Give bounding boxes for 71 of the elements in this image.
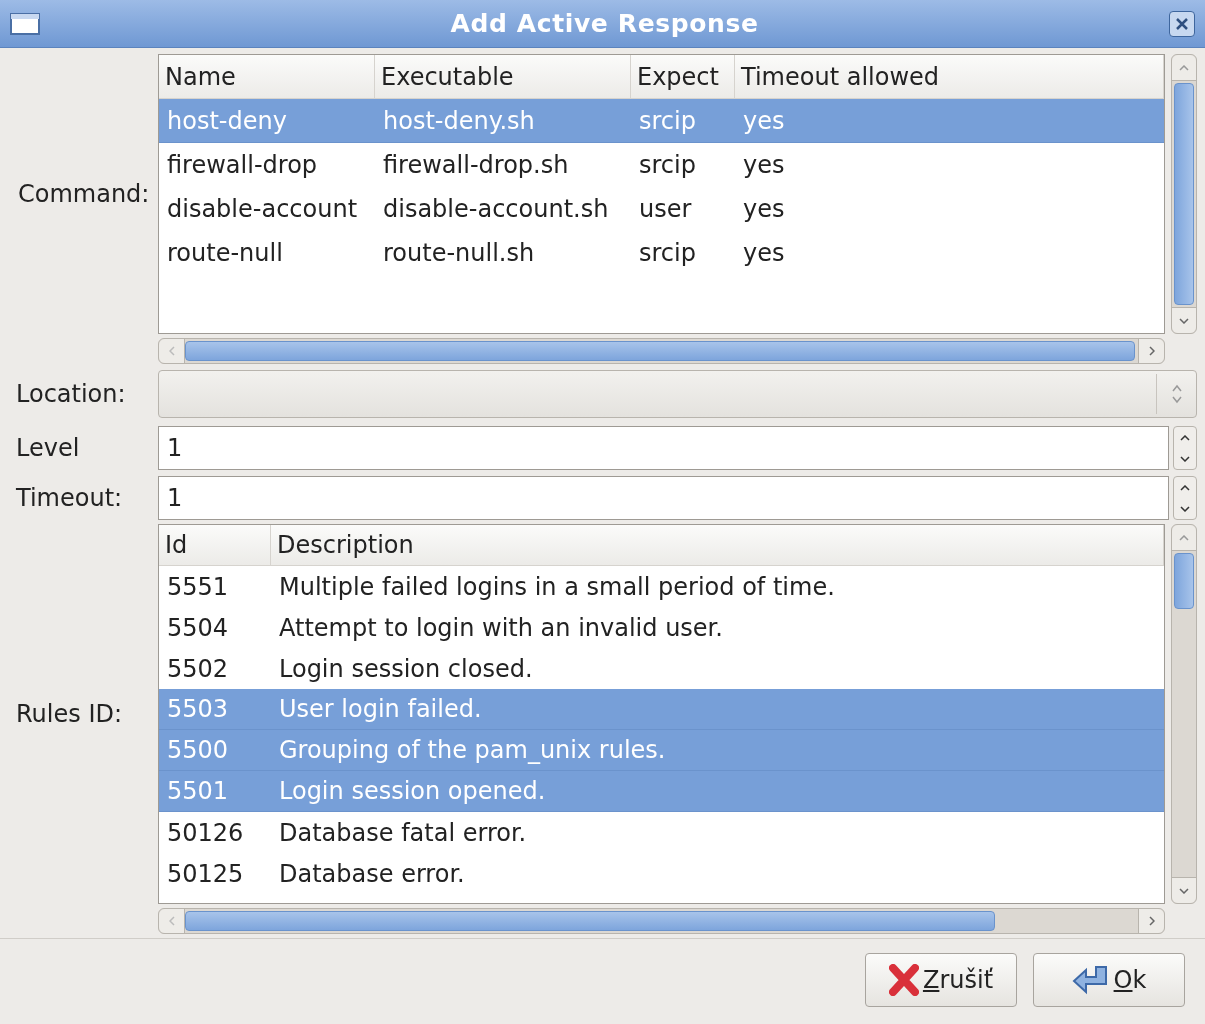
table-cell-text: yes xyxy=(743,150,785,181)
horizontal-scrollbar[interactable] xyxy=(158,908,1165,934)
table-cell-text: User login failed. xyxy=(279,694,482,725)
table-cell-text: host-deny.sh xyxy=(383,105,535,137)
scrollbar-thumb[interactable] xyxy=(1174,553,1194,609)
column-header[interactable]: Expect xyxy=(631,55,735,98)
list-row[interactable]: 5551 Multiple failed logins in a small period of time. xyxy=(159,566,1164,607)
table-cell-text: 50126 xyxy=(167,817,244,849)
table-cell-text: Grouping of the pam_unix rules. xyxy=(279,735,666,766)
window-title: Add Active Response xyxy=(449,7,760,40)
scrollbar-thumb[interactable] xyxy=(1174,83,1194,305)
list-row[interactable]: firewall-drop firewall-drop.sh srcip yes xyxy=(159,143,1164,187)
table-cell-text: 5500 xyxy=(167,735,229,766)
list-row[interactable]: disable-account disable-account.sh user yes xyxy=(159,187,1164,231)
close-icon xyxy=(1175,16,1189,31)
table-cell-text: firewall-drop.sh xyxy=(383,150,569,181)
table-cell-text: 5503 xyxy=(167,694,229,725)
list-row[interactable]: 5504 Attempt to login with an invalid user. xyxy=(159,607,1164,648)
table-cell-text: Attempt to login with an invalid user. xyxy=(279,612,723,644)
table-cell-text: host-deny xyxy=(167,105,287,137)
scrollbar-thumb[interactable] xyxy=(185,911,995,931)
list-row[interactable]: 50125 Database error. xyxy=(159,853,1164,894)
cancel-button[interactable]: Zrušiť xyxy=(865,953,1017,1007)
table-cell-text: Login session opened. xyxy=(279,776,546,807)
list-row[interactable]: 5502 Login session closed. xyxy=(159,648,1164,689)
table-cell-text: Login session closed. xyxy=(279,653,533,685)
table-cell-text: 5502 xyxy=(167,653,229,685)
table-cell-text: 50125 xyxy=(167,858,244,890)
column-header[interactable]: Executable xyxy=(375,55,631,98)
table-cell-text: user xyxy=(639,194,692,225)
timeout-field[interactable]: 1 xyxy=(158,476,1169,520)
table-cell-text: srcip xyxy=(639,150,696,181)
table-cell-text: Multiple failed logins in a small period of time. xyxy=(279,571,835,603)
table-cell-text: 5504 xyxy=(167,612,229,644)
level-label: Level xyxy=(15,433,81,464)
table-cell-text: disable-account xyxy=(167,194,358,225)
table-cell-text: srcip xyxy=(639,105,696,137)
command-label: Command: xyxy=(17,179,151,210)
up-down-arrows-icon xyxy=(1170,383,1183,405)
table-cell-text: Database fatal error. xyxy=(279,817,527,849)
rules-id-label: Rules ID: xyxy=(15,699,124,730)
table-cell-text: firewall-drop xyxy=(167,150,318,181)
table-cell-text: srcip xyxy=(639,238,696,269)
close-button[interactable] xyxy=(1169,10,1195,37)
column-header[interactable]: Name xyxy=(159,55,375,98)
vertical-scrollbar[interactable] xyxy=(1171,54,1197,334)
vertical-scrollbar[interactable] xyxy=(1171,524,1197,904)
table-cell-text: Database error. xyxy=(279,858,465,890)
column-header[interactable]: Timeout allowed xyxy=(735,55,1164,98)
list-row[interactable]: route-null route-null.sh srcip yes xyxy=(159,231,1164,275)
table-cell-text: yes xyxy=(743,105,785,137)
timeout-label: Timeout: xyxy=(15,483,124,514)
location-combo-box[interactable] xyxy=(158,370,1197,418)
table-cell-text: yes xyxy=(743,238,785,269)
table-cell-text: route-null xyxy=(167,238,283,269)
enter-arrow-icon xyxy=(1071,964,1110,996)
table-cell-text: 5551 xyxy=(167,571,229,603)
table-cell-text: disable-account.sh xyxy=(383,194,609,225)
column-header[interactable]: Description xyxy=(271,525,1164,565)
ok-button[interactable]: Ok xyxy=(1033,953,1185,1007)
scrollbar-thumb[interactable] xyxy=(185,341,1135,361)
location-label: Location: xyxy=(15,379,127,410)
table-cell-text: 5501 xyxy=(167,776,229,807)
column-header[interactable]: Id xyxy=(159,525,271,565)
table-cell-text: yes xyxy=(743,194,785,225)
list-row[interactable]: 50126 Database fatal error. xyxy=(159,812,1164,853)
table-cell-text: route-null.sh xyxy=(383,238,535,269)
horizontal-scrollbar[interactable] xyxy=(158,338,1165,364)
level-field[interactable]: 1 xyxy=(158,426,1169,470)
window-menu-icon[interactable] xyxy=(10,12,40,35)
x-icon xyxy=(888,964,919,996)
